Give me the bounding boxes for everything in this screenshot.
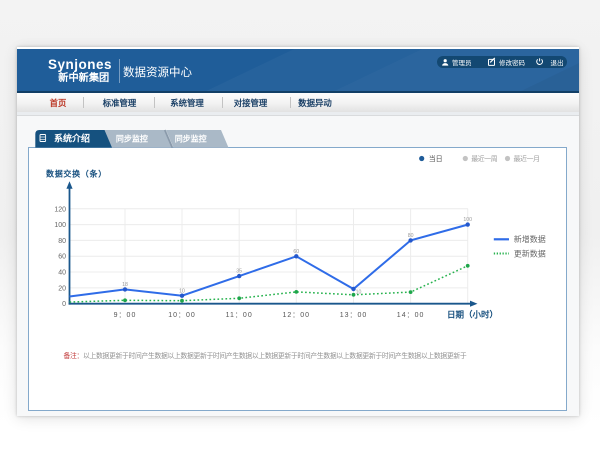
svg-text:退出: 退出 (551, 58, 564, 67)
svg-text:管理员: 管理员 (452, 58, 472, 67)
svg-text:修改密码: 修改密码 (499, 58, 526, 67)
